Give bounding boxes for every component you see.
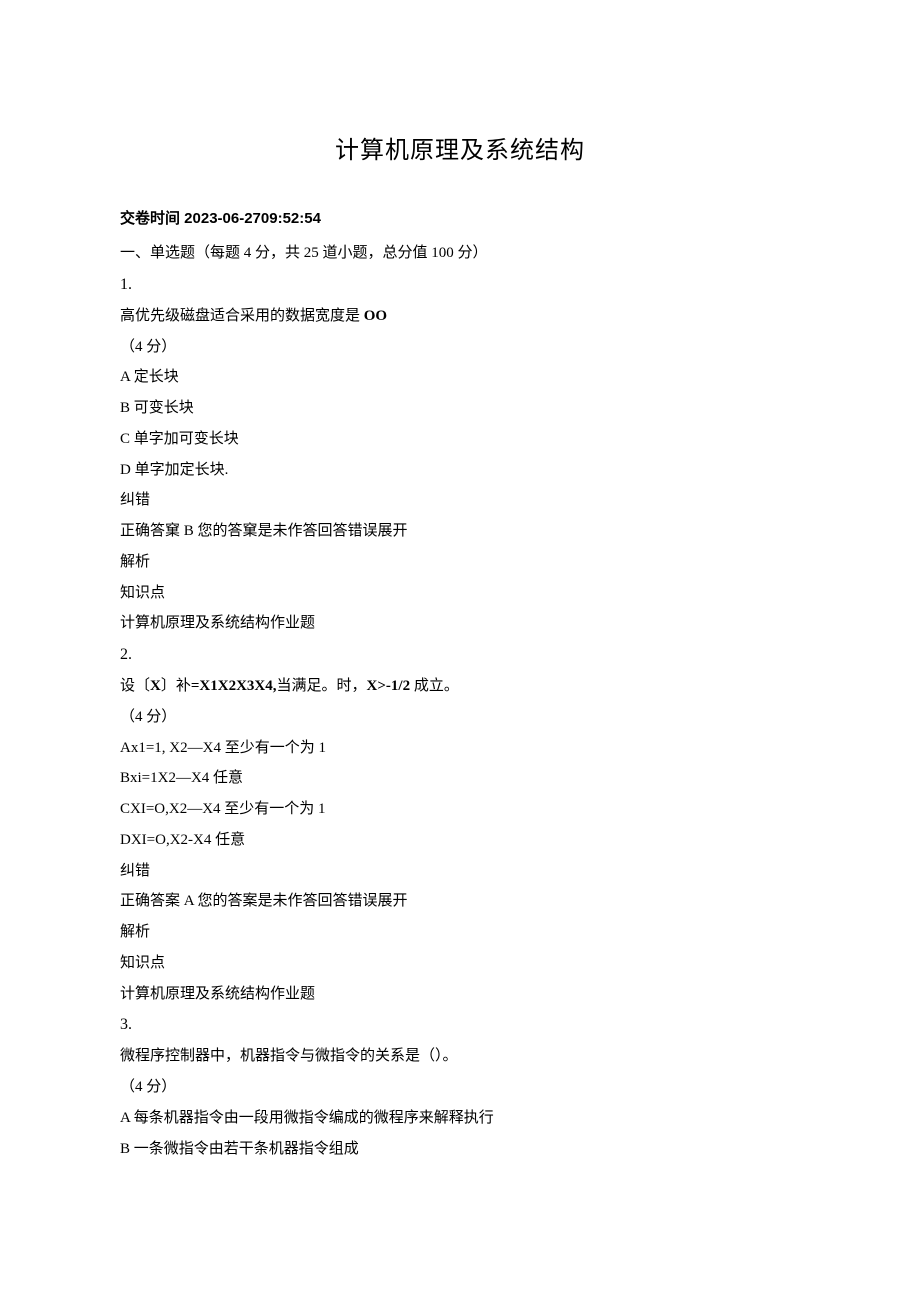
q2-option-a: Ax1=1, X2—X4 至少有一个为 1 xyxy=(120,733,800,764)
q2-stem-p3: 当满足。时， xyxy=(277,678,367,694)
q1-option-c: C 单字加可变长块 xyxy=(120,424,800,455)
q2-knowledge-value: 计算机原理及系统结构作业题 xyxy=(120,979,800,1010)
q2-number: 2. xyxy=(120,639,800,671)
q3-option-b: B 一条微指令由若干条机器指令组成 xyxy=(120,1134,800,1165)
q2-stem-p2: 〕补 xyxy=(161,678,191,694)
q3-number: 3. xyxy=(120,1009,800,1041)
q3-points: （4 分） xyxy=(120,1072,800,1103)
q2-option-d: DXI=O,X2-X4 任意 xyxy=(120,825,800,856)
q2-stem-b1: X xyxy=(150,678,161,694)
q1-option-d: D 单字加定长块. xyxy=(120,455,800,486)
q1-stem-text: 高优先级磁盘适合采用的数据宽度是 xyxy=(120,308,364,324)
q3-option-a: A 每条机器指令由一段用微指令编成的微程序来解释执行 xyxy=(120,1103,800,1134)
submit-time: 交卷时间 2023-06-2709:52:54 xyxy=(120,207,800,228)
q1-knowledge-label: 知识点 xyxy=(120,578,800,609)
q2-knowledge-label: 知识点 xyxy=(120,948,800,979)
q1-feedback-link: 纠错 xyxy=(120,485,800,516)
q2-stem: 设〔X〕补=X1X2X3X4,当满足。时，X>-1/2 成立。 xyxy=(120,671,800,702)
q1-stem-bold: OO xyxy=(364,308,387,324)
q1-analysis: 解析 xyxy=(120,547,800,578)
q2-feedback-link: 纠错 xyxy=(120,856,800,887)
q2-stem-b3: X>-1/2 xyxy=(367,678,411,694)
q2-analysis: 解析 xyxy=(120,917,800,948)
page-title: 计算机原理及系统结构 xyxy=(120,130,800,165)
q1-option-b: B 可变长块 xyxy=(120,393,800,424)
section-header: 一、单选题（每题 4 分，共 25 道小题，总分值 100 分） xyxy=(120,238,800,269)
q1-stem: 高优先级磁盘适合采用的数据宽度是 OO xyxy=(120,301,800,332)
q3-stem: 微程序控制器中，机器指令与微指令的关系是（）。 xyxy=(120,1041,800,1072)
q1-number: 1. xyxy=(120,269,800,301)
q2-option-b: Bxi=1X2—X4 任意 xyxy=(120,763,800,794)
q1-points: （4 分） xyxy=(120,332,800,363)
q2-stem-p4: 成立。 xyxy=(410,678,459,694)
q1-option-a: A 定长块 xyxy=(120,362,800,393)
q1-knowledge-value: 计算机原理及系统结构作业题 xyxy=(120,608,800,639)
q2-stem-p1: 设〔 xyxy=(120,678,150,694)
q2-option-c: CXI=O,X2—X4 至少有一个为 1 xyxy=(120,794,800,825)
q2-answer: 正确答案 A 您的答案是未作答回答错误展开 xyxy=(120,886,800,917)
q1-answer: 正确答窠 B 您的答窠是未作答回答错误展开 xyxy=(120,516,800,547)
q2-stem-b2: =X1X2X3X4, xyxy=(191,678,277,694)
q2-points: （4 分） xyxy=(120,702,800,733)
